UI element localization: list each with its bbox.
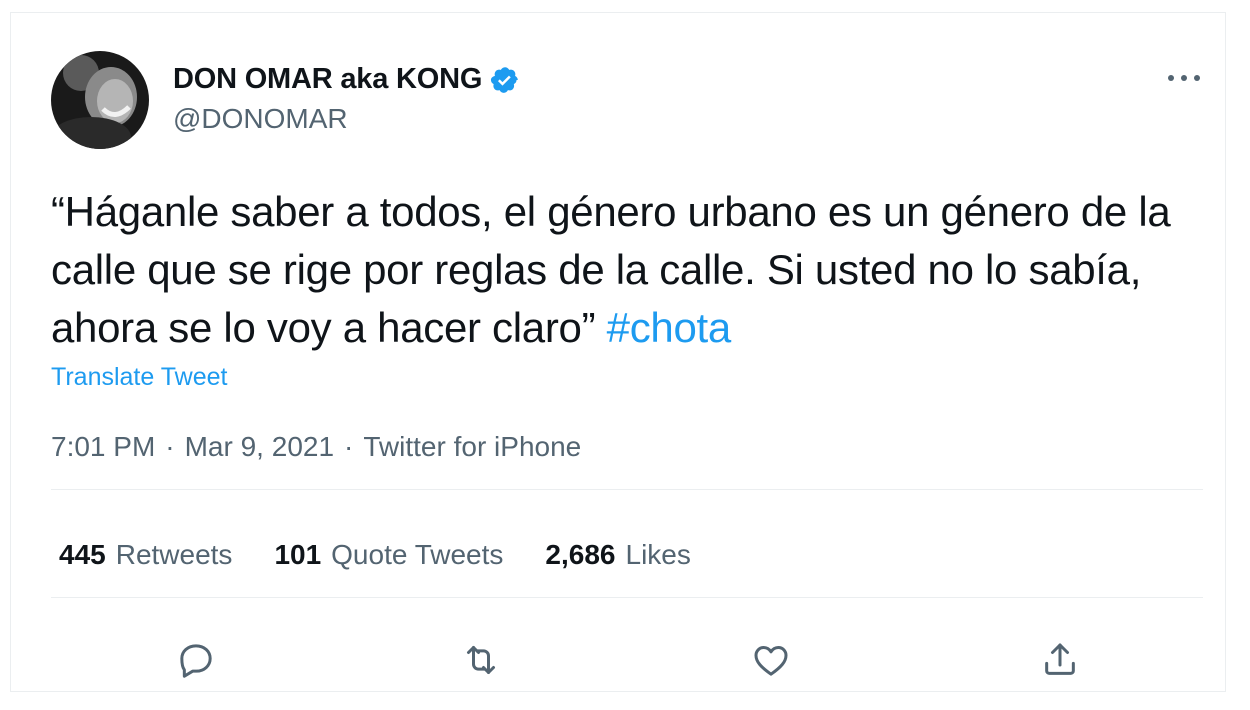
likes-stat[interactable]: 2,686 Likes <box>545 539 690 571</box>
tweet-actions <box>51 635 1203 685</box>
more-options-icon[interactable] <box>1159 65 1209 91</box>
quote-tweets-count: 101 <box>274 539 322 570</box>
reply-icon[interactable] <box>171 635 221 685</box>
likes-label: Likes <box>625 539 691 570</box>
quote-tweets-label: Quote Tweets <box>331 539 504 570</box>
verified-badge-icon <box>490 65 520 95</box>
retweets-count: 445 <box>59 539 106 570</box>
hashtag-link[interactable]: #chota <box>607 304 732 351</box>
author-display-name[interactable]: DON OMAR aka KONG <box>173 63 482 96</box>
tweet-source[interactable]: Twitter for iPhone <box>363 431 581 463</box>
separator-dot: · <box>165 431 175 462</box>
like-icon[interactable] <box>746 635 796 685</box>
tweet-stats: 445 Retweets 101 Quote Tweets 2,686 Like… <box>59 539 691 571</box>
retweet-icon[interactable] <box>456 635 506 685</box>
tweet-text: “Háganle saber a todos, el género urbano… <box>51 183 1221 357</box>
share-icon[interactable] <box>1035 635 1085 685</box>
likes-count: 2,686 <box>545 539 616 570</box>
divider <box>51 597 1203 598</box>
tweet-time[interactable]: 7:01 PM <box>51 431 155 463</box>
divider <box>51 489 1203 490</box>
author-handle[interactable]: @DONOMAR <box>173 103 348 135</box>
translate-tweet-link[interactable]: Translate Tweet <box>51 363 227 392</box>
avatar[interactable] <box>51 51 149 149</box>
tweet-date[interactable]: Mar 9, 2021 <box>185 431 334 463</box>
tweet-card: DON OMAR aka KONG @DONOMAR “Háganle sabe… <box>10 12 1226 692</box>
separator-dot: · <box>344 431 354 462</box>
quote-tweets-stat[interactable]: 101 Quote Tweets <box>274 539 503 571</box>
retweets-stat[interactable]: 445 Retweets <box>59 539 232 571</box>
tweet-metadata: 7:01 PM · Mar 9, 2021 · Twitter for iPho… <box>51 431 581 463</box>
retweets-label: Retweets <box>115 539 233 570</box>
author-name-row[interactable]: DON OMAR aka KONG <box>173 63 520 96</box>
